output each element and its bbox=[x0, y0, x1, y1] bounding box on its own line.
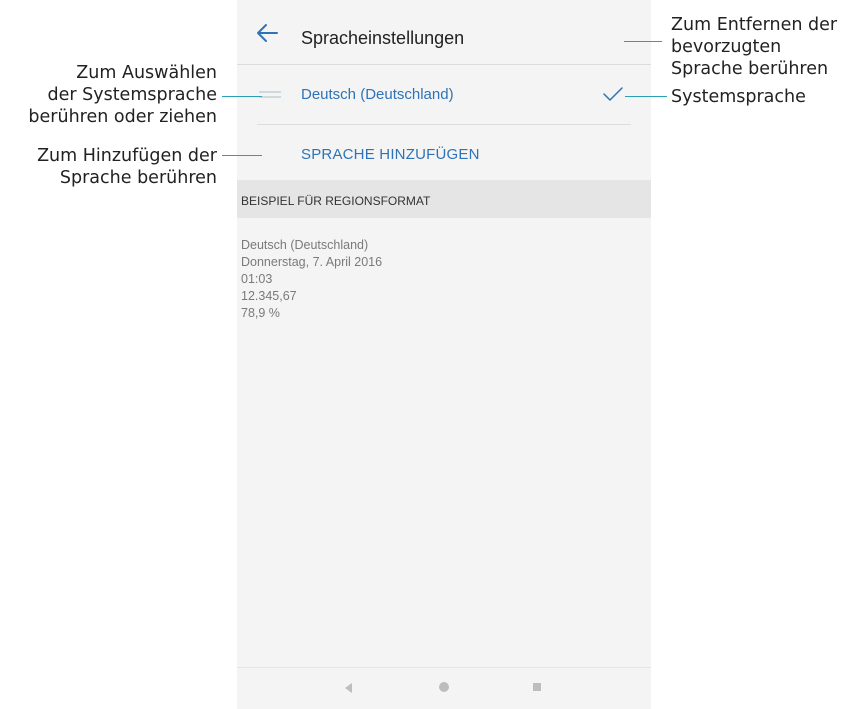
annotation-line bbox=[624, 41, 662, 42]
language-list-item[interactable]: Deutsch (Deutschland) bbox=[237, 66, 651, 124]
example-line: 12.345,67 bbox=[241, 289, 297, 303]
annotation-select-system-language: Zum Auswählen der Systemsprache berühren… bbox=[28, 63, 217, 127]
app-bar: Spracheinstellungen bbox=[237, 0, 651, 65]
arrow-left-icon[interactable] bbox=[255, 23, 279, 43]
section-header: BEISPIEL FÜR REGIONSFORMAT bbox=[237, 180, 651, 218]
divider bbox=[257, 124, 631, 125]
annotation-line bbox=[625, 96, 667, 97]
example-line: Deutsch (Deutschland) bbox=[241, 238, 369, 252]
add-language-button[interactable]: SPRACHE HINZUFÜGEN bbox=[301, 146, 480, 163]
nav-back-icon[interactable] bbox=[345, 683, 352, 693]
example-line: Donnerstag, 7. April 2016 bbox=[241, 255, 383, 269]
annotation-system-language: Systemsprache bbox=[671, 87, 806, 107]
annotation-add-language: Zum Hinzufügen der Sprache berühren bbox=[37, 146, 217, 188]
annotation-line bbox=[222, 96, 262, 97]
page-title: Spracheinstellungen bbox=[301, 28, 465, 48]
region-format-example: Deutsch (Deutschland) Donnerstag, 7. Apr… bbox=[241, 237, 382, 322]
nav-recent-icon[interactable] bbox=[533, 683, 541, 691]
annotation-line bbox=[222, 155, 262, 156]
annotation-remove-language: Zum Entfernen der bevorzugten Sprache be… bbox=[671, 15, 838, 79]
canvas: Spracheinstellungen Deutsch (Deutschland… bbox=[0, 0, 861, 709]
language-label: Deutsch (Deutschland) bbox=[301, 86, 454, 103]
navigation-bar bbox=[237, 667, 651, 709]
drag-handle-icon[interactable] bbox=[259, 91, 281, 101]
example-line: 78,9 % bbox=[241, 306, 280, 320]
nav-home-icon[interactable] bbox=[439, 682, 449, 692]
example-line: 01:03 bbox=[241, 272, 273, 286]
phone-screen: Spracheinstellungen Deutsch (Deutschland… bbox=[237, 0, 651, 709]
checkmark-icon bbox=[603, 87, 623, 101]
section-title: BEISPIEL FÜR REGIONSFORMAT bbox=[241, 194, 431, 208]
